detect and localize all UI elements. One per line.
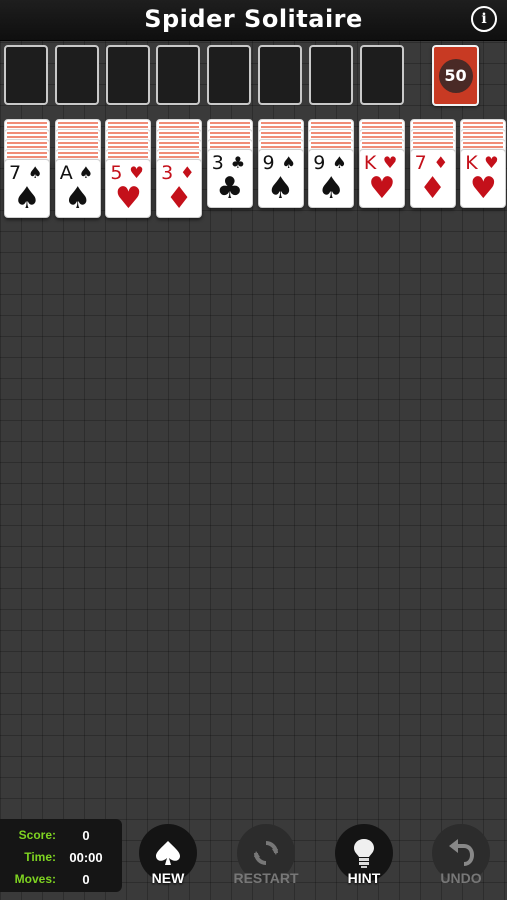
stock-pile[interactable]: 50 (432, 45, 479, 106)
card-suit-small-icon: ♦ (433, 153, 448, 172)
card-suit-large-icon: ♥ (368, 171, 396, 206)
card-suit-small-icon: ♥ (382, 153, 398, 172)
time-label: Time: (24, 850, 56, 864)
undo-arrow-icon (449, 839, 475, 866)
foundation-slot (4, 45, 48, 105)
page-title: Spider Solitaire (144, 5, 363, 33)
card-suit-small-icon: ♠ (332, 153, 347, 172)
hint-button-label: HINT (347, 870, 381, 886)
stats-panel: Score: 0 Time: 00:00 Moves: 0 (0, 819, 122, 892)
card-suit-large-icon: ♠ (64, 181, 92, 216)
new-button-label: NEW (151, 870, 185, 886)
foundation-slot (156, 45, 201, 105)
moves-value: 0 (82, 872, 90, 887)
hint-button[interactable]: HINT (329, 824, 399, 886)
playing-card[interactable]: 7 ♦ ♦ (409, 149, 456, 208)
time-value: 00:00 (69, 850, 103, 865)
foundation-slot (308, 45, 353, 105)
card-suit-small-icon: ♥ (484, 153, 499, 172)
card-suit-small-icon: ♠ (281, 153, 296, 172)
playing-card[interactable]: K ♥ ♥ (358, 149, 405, 208)
card-suit-large-icon: ♣ (216, 171, 244, 206)
restart-button-label: RESTART (233, 870, 299, 886)
restart-button[interactable]: RESTART (231, 824, 301, 886)
card-suit-small-icon: ♥ (129, 163, 144, 182)
card-suit-small-icon: ♣ (230, 153, 246, 172)
playing-card[interactable]: 3 ♦ ♦ (156, 159, 203, 218)
card-suit-small-icon: ♠ (28, 163, 43, 182)
card-suit-large-icon: ♥ (114, 181, 142, 216)
lightbulb-icon (354, 839, 374, 868)
spade-icon (156, 841, 180, 865)
playing-card[interactable]: K ♥ ♥ (460, 149, 507, 208)
foundation-slot (207, 45, 252, 105)
card-suit-large-icon: ♠ (267, 171, 294, 206)
foundation-slot (258, 45, 302, 105)
playing-card[interactable]: 7 ♠ ♠ (4, 159, 50, 218)
restart-icon (254, 841, 278, 865)
card-suit-large-icon: ♠ (13, 181, 41, 216)
info-icon[interactable]: i (471, 6, 497, 32)
playing-card[interactable]: A ♠ ♠ (54, 159, 101, 218)
card-suit-large-icon: ♠ (317, 171, 345, 206)
foundation-slot (105, 45, 150, 105)
undo-button-label: UNDO (440, 870, 482, 886)
top-bar: Spider Solitaire i (0, 0, 507, 41)
score-label: Score: (18, 828, 56, 842)
moves-label: Moves: (14, 872, 56, 886)
card-suit-small-icon: ♠ (78, 163, 94, 182)
foundation-slot (54, 45, 99, 105)
playing-card[interactable]: 9 ♠ ♠ (257, 149, 304, 208)
card-suit-large-icon: ♥ (469, 171, 497, 206)
undo-button[interactable]: UNDO (426, 824, 496, 886)
playing-card[interactable]: 3 ♣ ♣ (206, 149, 253, 208)
playing-card[interactable]: 9 ♠ ♠ (308, 149, 355, 208)
card-suit-small-icon: ♦ (180, 163, 195, 182)
stock-count-badge: 50 (438, 58, 473, 93)
card-suit-large-icon: ♦ (165, 181, 193, 216)
foundation-slot (359, 45, 404, 105)
new-button[interactable]: NEW (133, 824, 203, 886)
score-value: 0 (82, 828, 90, 843)
card-suit-large-icon: ♦ (419, 171, 447, 206)
playing-card[interactable]: 5 ♥ ♥ (105, 159, 152, 218)
